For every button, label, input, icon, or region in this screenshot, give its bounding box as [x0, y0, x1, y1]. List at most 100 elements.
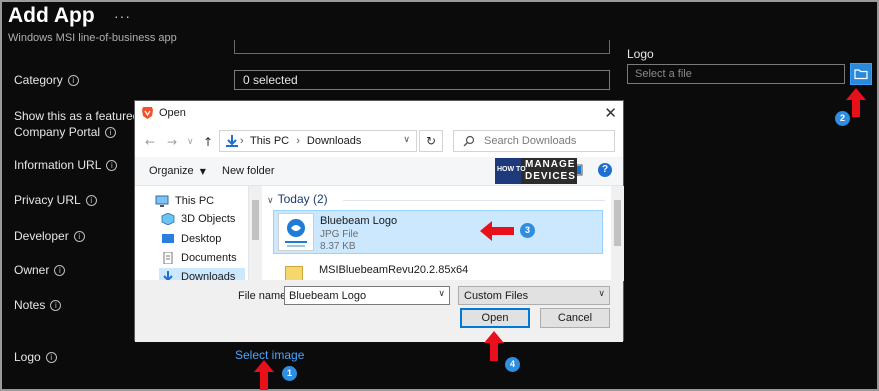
organize-label: Organize: [149, 165, 194, 177]
organize-menu[interactable]: Organize ▼: [149, 165, 206, 177]
file-name: Bluebeam Logo: [320, 215, 398, 227]
callout-badge: 3: [520, 223, 535, 238]
cancel-button[interactable]: Cancel: [540, 308, 610, 328]
category-select[interactable]: 0 selected: [234, 70, 610, 90]
scrollbar-thumb[interactable]: [252, 200, 259, 240]
search-icon: [463, 135, 475, 147]
featured-label-line1: Show this as a featured: [14, 109, 140, 123]
new-folder-button[interactable]: New folder: [222, 165, 275, 177]
logo-label: Logo i: [14, 349, 57, 365]
dialog-titlebar: Open ✕: [135, 101, 623, 125]
info-icon[interactable]: i: [45, 352, 57, 364]
featured-label: Show this as a featured Company Portal i: [14, 108, 139, 140]
nav-item-3d-objects[interactable]: 3D Objects: [159, 210, 235, 228]
watermark-line2: MANAGE: [525, 159, 576, 170]
chevron-down-icon: ∨: [598, 289, 605, 299]
callout-arrow-up-icon: [484, 331, 504, 361]
watermark-line3: DEVICES: [525, 171, 576, 182]
up-arrow-icon[interactable]: ↑: [203, 135, 213, 149]
information-url-label: Information URL i: [14, 157, 118, 173]
owner-label-text: Owner: [14, 263, 50, 277]
document-icon: [163, 252, 173, 264]
info-icon[interactable]: i: [50, 300, 62, 312]
search-input[interactable]: Search Downloads: [453, 130, 615, 152]
info-icon[interactable]: i: [105, 127, 117, 139]
page-title: Add App: [8, 4, 95, 27]
file-size: 8.37 KB: [320, 241, 356, 252]
nav-item-label: Desktop: [181, 233, 222, 245]
file-name-value: Bluebeam Logo: [289, 290, 367, 302]
chevron-down-icon[interactable]: ∨: [403, 135, 410, 145]
notes-label: Notes i: [14, 297, 62, 313]
privacy-url-label: Privacy URL i: [14, 192, 97, 208]
browse-folder-button[interactable]: [850, 63, 872, 85]
nav-item-label: Documents: [181, 252, 237, 264]
callout-arrow-left-icon: [480, 221, 514, 241]
navigation-pane: This PC 3D Objects Desktop Documents Dow…: [135, 186, 249, 281]
logo-panel-label: Logo: [627, 47, 654, 61]
dialog-navbar: ← → ∨ ↑ › This PC › Downloads ∨ ↻ Search…: [135, 125, 623, 157]
information-url-label-text: Information URL: [14, 158, 102, 172]
callout-badge: 1: [282, 366, 297, 381]
dialog-footer: File name: Bluebeam Logo ∨ Custom Files …: [135, 280, 623, 342]
open-button[interactable]: Open: [460, 308, 530, 328]
bluebeam-logo-icon: [285, 219, 307, 247]
dialog-title: Open: [159, 107, 186, 119]
file-list-scrollbar[interactable]: [611, 186, 624, 281]
nav-item-this-pc[interactable]: This PC: [153, 192, 214, 210]
nav-item-label: 3D Objects: [181, 213, 236, 225]
select-file-input[interactable]: Select a file: [627, 64, 845, 84]
info-icon[interactable]: i: [106, 160, 118, 172]
watermark-line1: HOW TO: [497, 166, 526, 173]
folder-icon: [854, 69, 868, 80]
developer-label-text: Developer: [14, 229, 69, 243]
nav-item-documents[interactable]: Documents: [159, 249, 237, 267]
help-icon[interactable]: ?: [598, 163, 612, 177]
owner-label: Owner i: [14, 262, 66, 278]
caret-down-icon: ▼: [199, 167, 206, 176]
group-divider: [343, 200, 605, 201]
notes-label-text: Notes: [14, 298, 46, 312]
featured-label-line2: Company Portal: [14, 125, 101, 139]
nav-item-desktop[interactable]: Desktop: [159, 230, 221, 248]
breadcrumb-this-pc[interactable]: This PC: [250, 135, 289, 147]
file-name-input[interactable]: Bluebeam Logo ∨: [284, 286, 450, 305]
file-item[interactable]: MSIBluebeamRevu20.2.85x64: [273, 262, 603, 281]
scrollbar-thumb[interactable]: [614, 200, 621, 246]
downloads-folder-icon: [226, 135, 238, 147]
developer-label: Developer i: [14, 228, 85, 244]
info-icon[interactable]: i: [85, 195, 97, 207]
refresh-icon[interactable]: ↻: [419, 130, 443, 152]
nav-item-label: This PC: [175, 195, 215, 207]
breadcrumb-downloads[interactable]: Downloads: [307, 135, 361, 147]
chevron-down-icon: ∨: [267, 196, 274, 206]
info-icon[interactable]: i: [73, 231, 85, 243]
recent-chevron-down-icon[interactable]: ∨: [187, 137, 194, 147]
privacy-url-label-text: Privacy URL: [14, 193, 81, 207]
logo-label-text: Logo: [14, 350, 41, 364]
name-field-bottom-edge[interactable]: [234, 40, 610, 54]
back-arrow-icon[interactable]: ←: [145, 135, 155, 149]
more-options-icon[interactable]: ···: [114, 8, 131, 24]
file-type-select[interactable]: Custom Files ∨: [458, 286, 610, 305]
watermark-logo: HOW TO MANAGE DEVICES: [495, 157, 577, 185]
breadcrumb-separator: ›: [240, 135, 244, 147]
file-type-value: Custom Files: [464, 290, 529, 302]
page-subtitle: Windows MSI line-of-business app: [8, 32, 177, 44]
forward-arrow-icon[interactable]: →: [167, 135, 177, 149]
cube-icon: [161, 213, 175, 225]
file-name: MSIBluebeamRevu20.2.85x64: [319, 264, 469, 276]
search-placeholder: Search Downloads: [484, 135, 577, 147]
address-bar[interactable]: › This PC › Downloads ∨: [219, 130, 417, 152]
group-header[interactable]: ∨ Today (2): [267, 192, 328, 206]
callout-badge: 2: [835, 111, 850, 126]
callout-arrow-up-icon: [254, 360, 274, 390]
close-icon[interactable]: ✕: [604, 104, 617, 122]
file-item-selected[interactable]: Bluebeam Logo JPG File 8.37 KB: [273, 210, 603, 254]
category-label: Category i: [14, 72, 79, 88]
chevron-down-icon[interactable]: ∨: [438, 289, 445, 299]
file-list: ∨ Today (2) Bluebeam Logo JPG File 8.37 K…: [263, 186, 611, 281]
info-icon[interactable]: i: [67, 75, 79, 87]
info-icon[interactable]: i: [54, 265, 66, 277]
nav-pane-scrollbar[interactable]: [249, 186, 262, 281]
